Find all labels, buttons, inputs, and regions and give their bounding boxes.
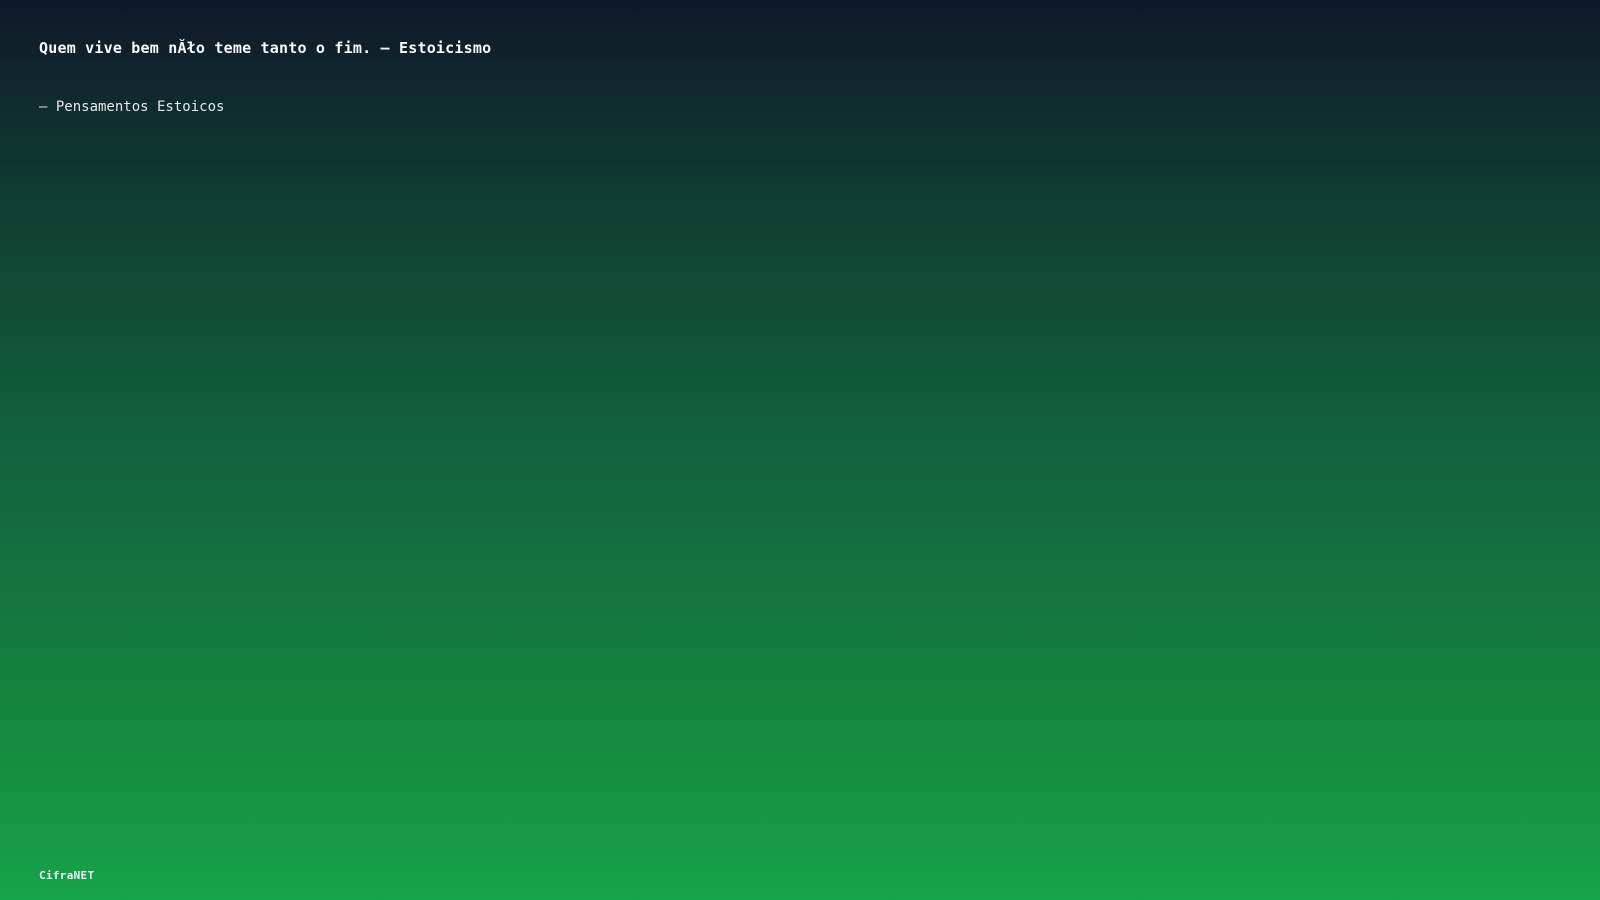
brand-label: CifraNET [39, 869, 95, 882]
quote-source: — Pensamentos Estoicos [39, 99, 225, 115]
quote-text: Quem vive bem nĂło teme tanto o fim. — E… [39, 39, 492, 57]
